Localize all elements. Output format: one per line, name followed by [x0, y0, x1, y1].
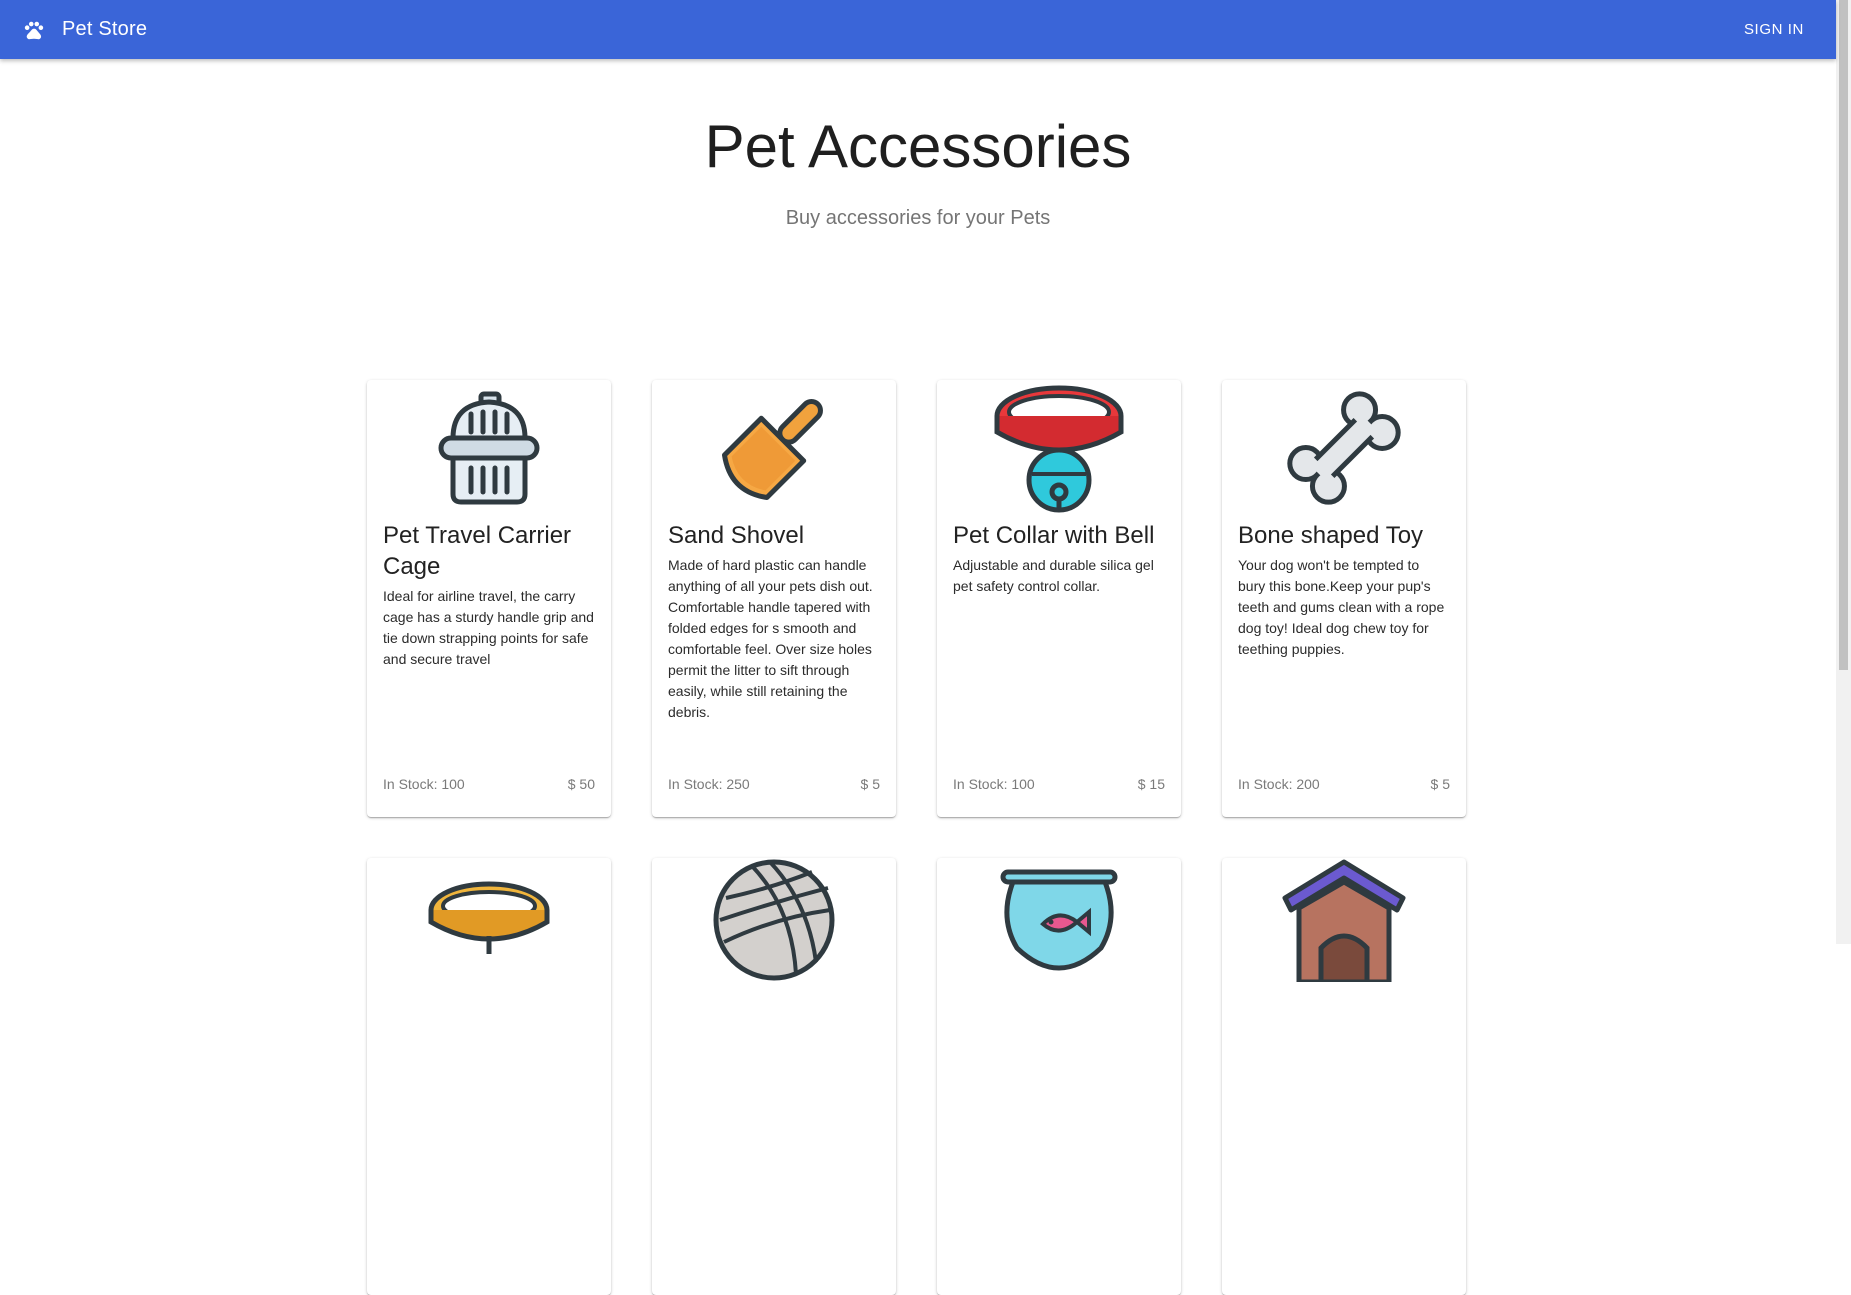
- product-image: [1222, 858, 1466, 998]
- sand-shovel-icon: [712, 386, 836, 515]
- bone-toy-icon: [1282, 386, 1406, 515]
- product-price: $ 5: [860, 776, 880, 792]
- yarn-ball-icon: [712, 858, 836, 987]
- product-name: Bone shaped Toy: [1238, 522, 1424, 549]
- product-name: Sand Shovel: [668, 522, 805, 549]
- vertical-scrollbar[interactable]: [1836, 0, 1851, 944]
- pet-carrier-icon: [427, 388, 551, 513]
- product-image: [652, 858, 896, 998]
- product-description: Made of hard plastic can handle anything…: [668, 557, 873, 720]
- product-description: Your dog won't be tempted to bury this b…: [1238, 557, 1445, 657]
- fish-bowl-icon: [997, 858, 1121, 987]
- product-stock: In Stock: 100: [953, 776, 1035, 792]
- product-description: Ideal for airline travel, the carry cage…: [383, 588, 594, 667]
- product-image: [937, 380, 1181, 520]
- sign-in-button[interactable]: SIGN IN: [1744, 0, 1804, 59]
- product-price: $ 50: [567, 776, 595, 792]
- product-image: [1222, 380, 1466, 520]
- paw-icon[interactable]: [22, 18, 46, 42]
- product-image: [367, 380, 611, 520]
- product-description: Adjustable and durable silica gel pet sa…: [953, 557, 1154, 594]
- dog-house-icon: [1277, 858, 1411, 987]
- product-card[interactable]: [652, 858, 896, 1295]
- product-card[interactable]: [937, 858, 1181, 1295]
- page-title: Pet Accessories: [704, 113, 1132, 180]
- product-name: Pet Collar with Bell: [953, 522, 1155, 549]
- product-card[interactable]: Pet Travel Carrier Cage Ideal for airlin…: [367, 380, 611, 817]
- app-title: Pet Store: [62, 18, 148, 40]
- product-card[interactable]: [1222, 858, 1466, 1295]
- product-name: Pet Travel Carrier Cage: [383, 522, 572, 580]
- collar-bell-icon: [992, 382, 1126, 519]
- product-image: [652, 380, 896, 520]
- product-card[interactable]: Pet Collar with Bell Adjustable and dura…: [937, 380, 1181, 817]
- product-card[interactable]: Sand Shovel Made of hard plastic can han…: [652, 380, 896, 817]
- product-card[interactable]: Bone shaped Toy Your dog won't be tempte…: [1222, 380, 1466, 817]
- product-card[interactable]: [367, 858, 611, 1295]
- product-image: [937, 858, 1181, 998]
- app-bar: Pet Store SIGN IN: [0, 0, 1836, 59]
- page-subtitle: Buy accessories for your Pets: [785, 207, 1051, 229]
- product-price: $ 5: [1430, 776, 1450, 792]
- collar-icon: [427, 864, 551, 993]
- product-stock: In Stock: 250: [668, 776, 750, 792]
- scrollbar-thumb[interactable]: [1839, 0, 1848, 670]
- product-price: $ 15: [1137, 776, 1165, 792]
- product-stock: In Stock: 200: [1238, 776, 1320, 792]
- product-image: [367, 858, 611, 998]
- product-stock: In Stock: 100: [383, 776, 465, 792]
